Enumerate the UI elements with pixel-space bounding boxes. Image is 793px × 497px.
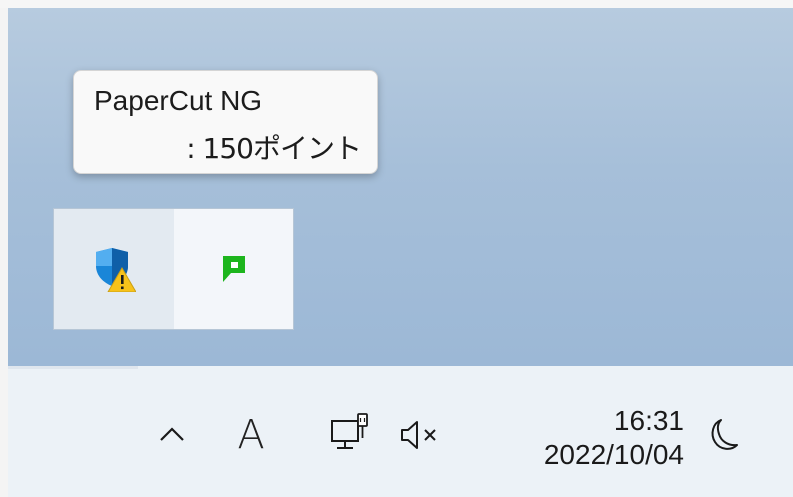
clock-date: 2022/10/04 (543, 439, 684, 470)
ime-indicator[interactable]: A (228, 410, 274, 460)
network-button[interactable] (325, 408, 375, 460)
clock-time: 16:31 (613, 405, 684, 436)
tray-overflow-flyout (53, 208, 294, 330)
volume-button[interactable] (396, 414, 452, 456)
windows-security-warning-icon (96, 248, 136, 292)
tray-item-papercut[interactable] (174, 209, 293, 329)
taskbar-separator (8, 366, 138, 369)
clock-button[interactable]: 16:31 2022/10/04 (484, 398, 684, 478)
left-edge (0, 0, 8, 497)
tray-item-windows-security[interactable] (54, 209, 174, 329)
top-edge (0, 0, 793, 8)
volume-muted-icon (401, 421, 436, 449)
focus-assist-button[interactable] (700, 412, 746, 458)
tooltip-balance: : 150ポイント (186, 132, 362, 165)
chevron-up-icon (160, 427, 184, 441)
moon-icon (711, 419, 738, 450)
tooltip-app-name: PaperCut NG (94, 85, 263, 116)
papercut-icon (222, 256, 245, 282)
papercut-tooltip: PaperCut NG : 150ポイント (73, 70, 378, 174)
network-wired-icon (331, 413, 368, 449)
show-hidden-icons-button[interactable] (152, 414, 192, 454)
